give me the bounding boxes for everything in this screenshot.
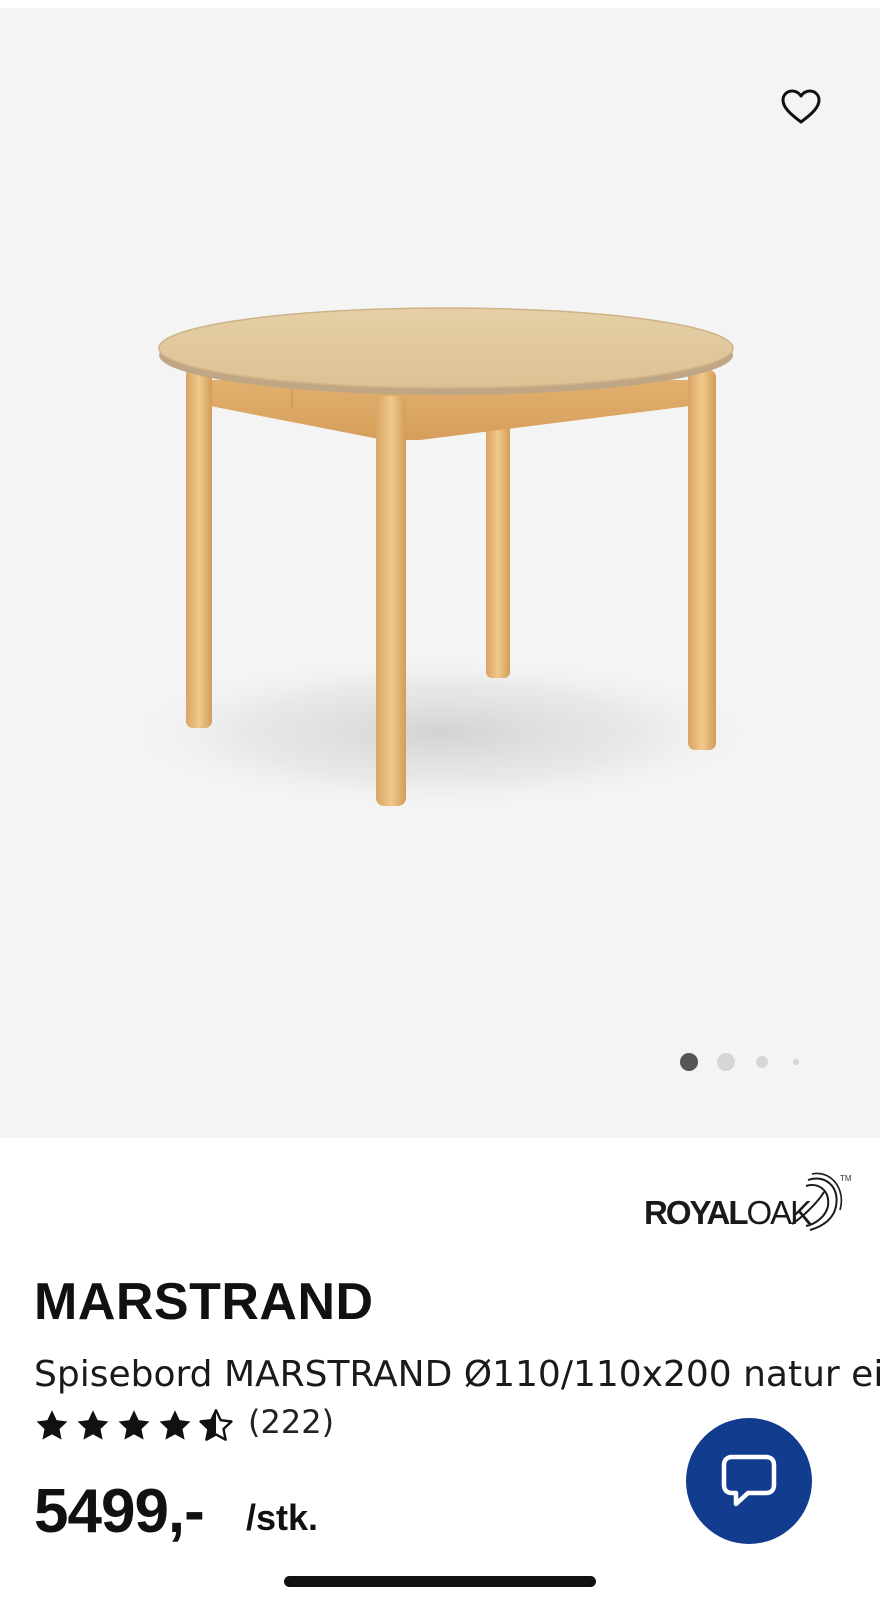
gallery-pagination — [680, 1048, 820, 1076]
gallery-dot-1[interactable] — [680, 1053, 698, 1071]
gallery-dot-4[interactable] — [793, 1059, 799, 1065]
favorite-button[interactable] — [770, 76, 832, 138]
product-description: Spisebord MARSTRAND Ø110/110x200 natur e… — [34, 1354, 880, 1395]
chat-bubble-icon — [721, 1454, 777, 1507]
review-count[interactable]: (222) — [248, 1403, 334, 1441]
brand-logo: ROYALOAK TM — [644, 1172, 852, 1234]
star-icon — [159, 1410, 191, 1440]
gallery-dot-3[interactable] — [756, 1056, 768, 1068]
product-image-gallery[interactable] — [0, 8, 880, 1138]
product-price: 5499,- — [34, 1477, 205, 1546]
product-image — [110, 307, 770, 813]
brand-arcs-icon — [791, 1172, 843, 1231]
product-rating[interactable]: (222) — [34, 1403, 334, 1448]
product-page: ROYALOAK TM MARSTRAND Spisebord MARSTRAN… — [0, 0, 880, 1600]
product-title: MARSTRAND — [34, 1273, 374, 1331]
heart-outline-icon — [781, 89, 821, 124]
home-indicator — [284, 1576, 596, 1587]
star-half-icon — [199, 1409, 233, 1441]
gallery-dot-2[interactable] — [717, 1053, 735, 1071]
rating-stars — [34, 1408, 234, 1444]
trademark-mark: TM — [840, 1174, 852, 1183]
price-unit: /stk. — [246, 1497, 319, 1538]
star-icon — [77, 1410, 109, 1440]
star-icon — [118, 1410, 150, 1440]
star-icon — [36, 1410, 68, 1440]
chat-button[interactable] — [686, 1418, 812, 1544]
